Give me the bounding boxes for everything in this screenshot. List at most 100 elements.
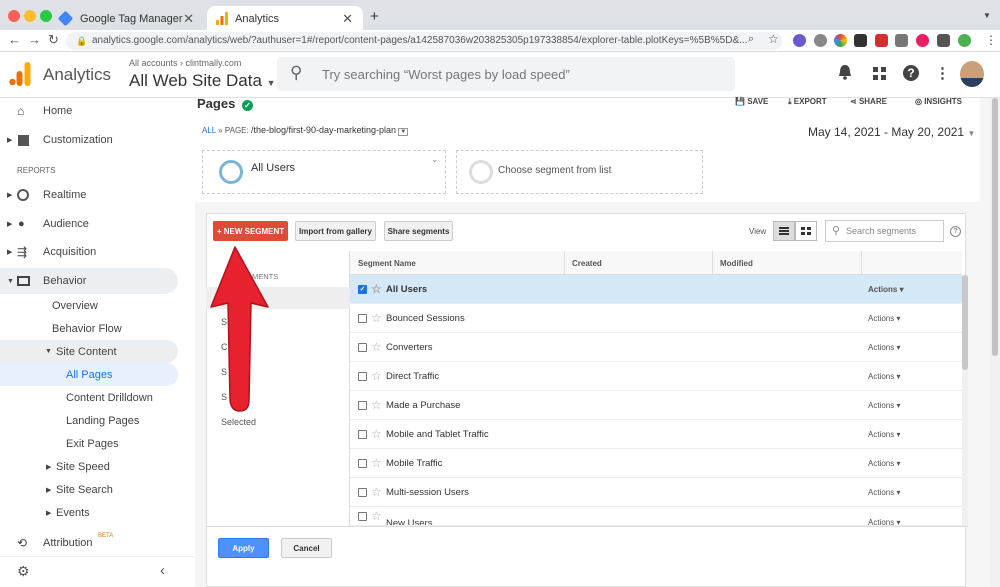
extension-icon[interactable] [875, 34, 888, 47]
checkbox[interactable] [358, 400, 367, 410]
extension-icon[interactable] [793, 34, 806, 47]
checkbox[interactable] [358, 458, 367, 468]
breadcrumb-all[interactable]: ALL [202, 126, 216, 135]
actions-menu[interactable]: Actions ▾ [868, 488, 900, 497]
sidebar-item-acquisition[interactable]: ▶ ⇶ Acquisition [0, 239, 178, 265]
chevron-down-icon[interactable]: ▼ [983, 11, 991, 20]
search-segments-input[interactable]: ⚲ Search segments [825, 220, 944, 242]
collapse-chevron-icon[interactable]: ‹ [160, 562, 165, 579]
sidebar-item-events[interactable]: ▶ Events [0, 501, 178, 524]
sidebar-item-behavior-flow[interactable]: Behavior Flow [0, 316, 178, 342]
checkbox[interactable] [358, 487, 367, 497]
save-button[interactable]: 💾 SAVE [735, 97, 768, 106]
puzzle-icon[interactable] [937, 34, 950, 47]
star-icon[interactable]: ☆ [371, 282, 382, 296]
sidebar-item-behavior[interactable]: ▼ Behavior [0, 268, 178, 294]
scrollbar-thumb[interactable] [962, 275, 968, 370]
star-icon[interactable]: ☆ [371, 311, 382, 325]
actions-menu[interactable]: Actions ▾ [868, 518, 900, 525]
table-row[interactable]: ☆ Direct Traffic Actions ▾ [350, 362, 962, 391]
date-range-picker[interactable]: May 14, 2021 - May 20, 2021 ▼ [808, 125, 975, 139]
sidebar-item-attribution[interactable]: ⟲ Attribution BETA [0, 530, 178, 556]
table-row[interactable]: ☆ Mobile and Tablet Traffic Actions ▾ [350, 420, 962, 449]
checkbox[interactable] [358, 313, 367, 323]
back-icon[interactable]: ← [8, 32, 21, 47]
actions-menu[interactable]: Actions ▾ [868, 459, 900, 468]
search-box[interactable]: ⚲ Try searching “Worst pages by load spe… [277, 57, 735, 91]
view-selector[interactable]: All Web Site Data ▼ [129, 71, 276, 91]
table-scrollbar[interactable] [962, 275, 968, 526]
sidebar-item-all-pages[interactable]: All Pages [0, 363, 178, 386]
extension-icon[interactable] [916, 34, 929, 47]
column-segment-name[interactable]: Segment Name [358, 259, 416, 268]
sidebar-item-exit-pages[interactable]: Exit Pages [0, 432, 178, 455]
segment-card-all-users[interactable]: All Users ⌄ [202, 150, 446, 194]
star-icon[interactable]: ☆ [371, 340, 382, 354]
star-icon[interactable]: ☆ [371, 398, 382, 412]
page-scrollbar[interactable] [990, 98, 1000, 587]
actions-menu[interactable]: Actions ▾ [868, 401, 900, 410]
column-created[interactable]: Created [572, 259, 602, 268]
gear-icon[interactable]: ⚙ [17, 563, 30, 580]
sidebar-item-home[interactable]: ⌂ Home [0, 98, 178, 124]
sidebar-item-site-search[interactable]: ▶ Site Search [0, 478, 178, 501]
address-bar[interactable]: 🔒 analytics.google.com/analytics/web/?au… [66, 32, 782, 50]
actions-menu[interactable]: Actions ▾ [868, 314, 900, 323]
checkbox-checked[interactable]: ✓ [358, 284, 367, 294]
segment-card-choose[interactable]: Choose segment from list [456, 150, 703, 194]
star-icon[interactable]: ☆ [371, 485, 382, 499]
scrollbar-thumb[interactable] [992, 98, 998, 356]
apply-button[interactable]: Apply [218, 538, 269, 558]
more-vert-icon[interactable]: ⋮ [935, 64, 950, 82]
new-segment-button[interactable]: + NEW SEGMENT [213, 221, 288, 241]
table-row[interactable]: ✓ ☆ All Users Actions ▾ [350, 275, 962, 304]
grid-view-icon[interactable] [795, 221, 817, 241]
share-segments-button[interactable]: Share segments [384, 221, 453, 241]
extension-icon[interactable] [814, 34, 827, 47]
actions-menu[interactable]: Actions ▾ [868, 343, 900, 352]
column-modified[interactable]: Modified [720, 259, 753, 268]
extension-icon[interactable] [854, 34, 867, 47]
profile-avatar[interactable] [958, 34, 971, 47]
help-icon[interactable]: ? [950, 226, 961, 237]
star-icon[interactable]: ☆ [371, 369, 382, 383]
table-row[interactable]: ☆ Made a Purchase Actions ▾ [350, 391, 962, 420]
export-button[interactable]: ⤓ EXPORT [788, 97, 827, 107]
share-button[interactable]: ⋖ SHARE [850, 97, 887, 106]
star-icon[interactable]: ☆ [371, 509, 382, 523]
category-item-selected-list[interactable]: Selected [221, 417, 256, 427]
zoom-icon[interactable]: ⌕ [748, 33, 754, 46]
close-icon[interactable]: ✕ [183, 11, 194, 27]
extension-icon[interactable] [834, 34, 847, 47]
table-row[interactable]: ☆ Converters Actions ▾ [350, 333, 962, 362]
account-breadcrumb[interactable]: All accounts › clintmally.com [129, 58, 241, 68]
table-row[interactable]: ☆ Multi-session Users Actions ▾ [350, 478, 962, 507]
bell-icon[interactable] [838, 64, 852, 80]
more-icon[interactable]: ⋮ [985, 33, 997, 47]
checkbox[interactable] [358, 342, 367, 352]
import-from-gallery-button[interactable]: Import from gallery [295, 221, 376, 241]
checkbox[interactable] [358, 371, 367, 381]
tab-analytics[interactable]: Analytics ✕ [207, 6, 363, 32]
sidebar-item-customization[interactable]: ▶ Customization [0, 127, 178, 153]
forward-icon[interactable]: → [28, 32, 41, 47]
analytics-logo-icon[interactable] [9, 62, 31, 86]
window-minimize-button[interactable] [24, 10, 36, 22]
table-row[interactable]: ☆ New Users Actions ▾ [350, 507, 962, 526]
star-icon[interactable]: ☆ [371, 456, 382, 470]
sidebar-item-landing-pages[interactable]: Landing Pages [0, 409, 178, 432]
list-view-icon[interactable] [773, 221, 795, 241]
table-row[interactable]: ☆ Bounced Sessions Actions ▾ [350, 304, 962, 333]
help-icon[interactable]: ? [903, 65, 919, 81]
bookmark-star-icon[interactable]: ☆ [768, 32, 779, 46]
window-maximize-button[interactable] [40, 10, 52, 22]
checkbox[interactable] [358, 511, 367, 521]
sidebar-item-site-content[interactable]: ▼ Site Content [0, 340, 178, 363]
user-avatar[interactable] [960, 61, 984, 87]
cancel-button[interactable]: Cancel [281, 538, 332, 558]
window-close-button[interactable] [8, 10, 20, 22]
close-icon[interactable]: ✕ [342, 11, 353, 27]
insights-button[interactable]: ◎ INSIGHTS [915, 97, 962, 106]
reload-icon[interactable]: ↻ [48, 32, 59, 48]
sidebar-item-content-drilldown[interactable]: Content Drilldown [0, 386, 178, 409]
